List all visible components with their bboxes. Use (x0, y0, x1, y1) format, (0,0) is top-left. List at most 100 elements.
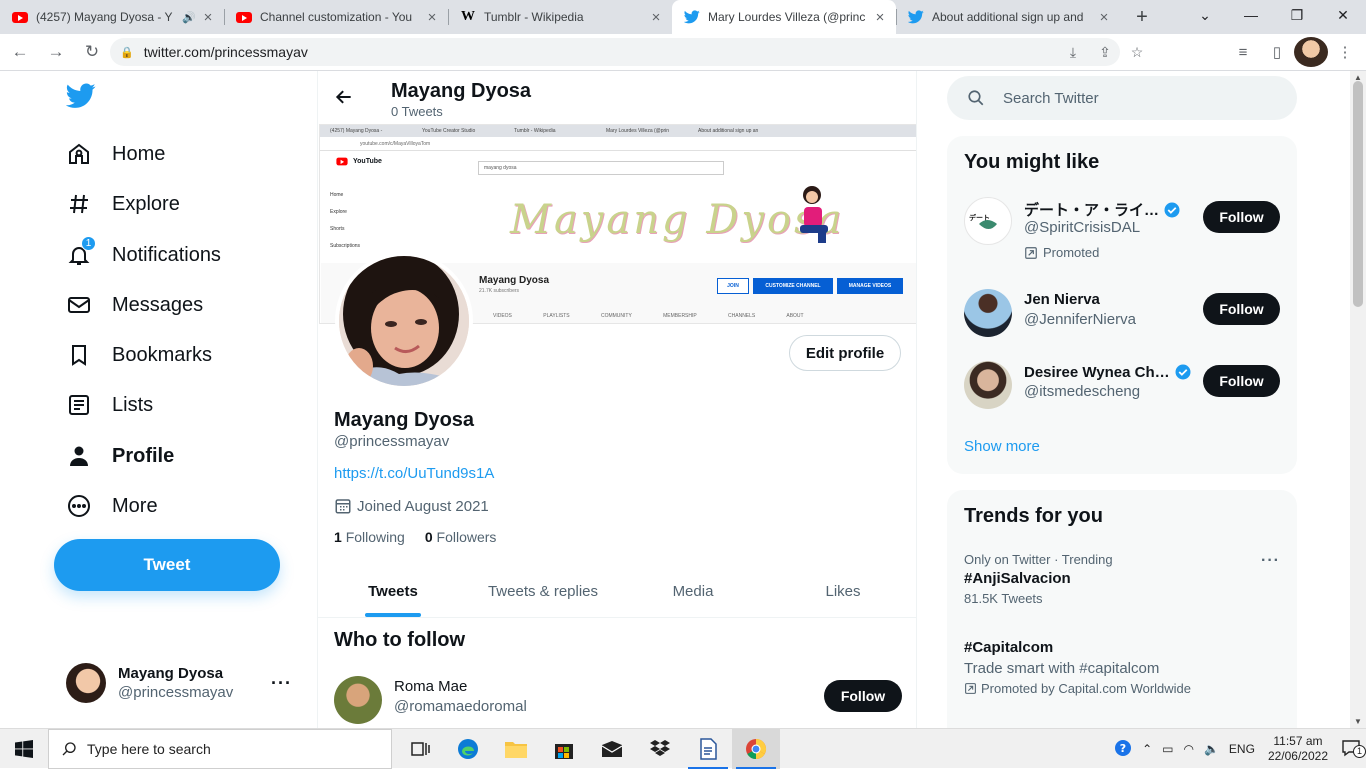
minimize-button[interactable]: — (1228, 0, 1274, 30)
close-tab-icon[interactable]: × (200, 9, 216, 26)
close-window-button[interactable]: ✕ (1320, 0, 1366, 30)
calendar-icon (335, 499, 351, 514)
close-tab-icon[interactable]: × (1096, 9, 1112, 26)
nav-bookmarks[interactable]: Bookmarks (66, 335, 212, 375)
tab-tweets[interactable]: Tweets (318, 565, 468, 617)
who-to-follow-title: Who to follow (334, 629, 466, 651)
nav-label: Home (112, 142, 166, 165)
browser-tab[interactable]: W Tumblr - Wikipedia × (448, 0, 672, 34)
trend-item[interactable]: Only on Twitter · Trending #AnjiSalvacio… (964, 552, 1280, 606)
avatar (964, 361, 1012, 409)
forward-icon[interactable]: → (40, 36, 72, 68)
suggestion-item[interactable]: Jen Nierva @JenniferNierva Follow (964, 289, 1280, 349)
browser-tab[interactable]: About additional sign up and × (896, 0, 1120, 34)
search-input[interactable]: Search Twitter (947, 76, 1297, 120)
tab-tweets-replies[interactable]: Tweets & replies (468, 565, 618, 617)
profile-avatar[interactable] (1294, 37, 1328, 67)
mail-icon[interactable] (588, 729, 636, 769)
address-bar[interactable]: 🔒 twitter.com/princessmayav ⤓ ⇪ ☆ (110, 38, 1143, 66)
youtube-icon (236, 9, 252, 25)
list-icon (66, 392, 92, 418)
side-panel-icon[interactable]: ▯ (1260, 37, 1294, 67)
restore-button[interactable]: ❐ (1274, 0, 1320, 30)
profile-column: Mayang Dyosa 0 Tweets (4257) Mayang Dyos… (317, 71, 917, 728)
nav-profile[interactable]: Profile (66, 436, 174, 476)
nav-messages[interactable]: Messages (66, 285, 203, 325)
speaker-icon[interactable]: 🔊 (182, 11, 196, 24)
scroll-down-arrow-icon[interactable]: ▼ (1354, 717, 1362, 726)
you-might-like-card: You might like デート デート・ア・ライ… @SpiritCris… (947, 136, 1297, 474)
language-indicator[interactable]: ENG (1224, 742, 1260, 756)
nav-more[interactable]: More (66, 486, 158, 526)
browser-tab[interactable]: (4257) Mayang Dyosa - Y 🔊 × (0, 0, 224, 34)
tab-media[interactable]: Media (618, 565, 768, 617)
lock-icon[interactable]: 🔒 (120, 46, 134, 59)
profile-avatar[interactable] (335, 252, 473, 390)
reading-list-icon[interactable]: ≡ (1226, 37, 1260, 67)
close-tab-icon[interactable]: × (424, 9, 440, 26)
tab-likes[interactable]: Likes (768, 565, 916, 617)
new-tab-button[interactable]: + (1128, 3, 1156, 31)
install-icon[interactable]: ⤓ (1057, 44, 1089, 61)
edit-profile-button[interactable]: Edit profile (789, 335, 901, 371)
volume-icon[interactable]: 🔈 (1199, 742, 1224, 756)
clock[interactable]: 11:57 am 22/06/2022 (1260, 734, 1336, 764)
joined-date: Joined August 2021 (334, 497, 489, 515)
reload-icon[interactable]: ↻ (76, 36, 108, 68)
follow-suggestion[interactable]: Roma Mae @romamaedoromal Follow (334, 676, 902, 728)
file-explorer-icon[interactable] (492, 729, 540, 769)
suggestion-item[interactable]: Desiree Wynea Ch… @itsmedescheng Follow (964, 361, 1280, 421)
tweet-button[interactable]: Tweet (54, 539, 280, 591)
wikipedia-icon: W (461, 9, 475, 24)
back-icon[interactable]: ← (4, 36, 36, 68)
edge-icon[interactable] (444, 729, 492, 769)
tab-search-icon[interactable]: ⌄ (1182, 0, 1228, 30)
nav-lists[interactable]: Lists (66, 385, 153, 425)
microsoft-store-icon[interactable] (540, 729, 588, 769)
twitter-logo-icon[interactable] (65, 83, 96, 113)
banner-search: mayang dyosa (478, 161, 724, 175)
followers-link[interactable]: 0 Followers (425, 529, 497, 545)
wifi-icon[interactable]: ◠ (1178, 742, 1198, 756)
back-arrow-icon[interactable] (334, 87, 354, 113)
share-icon[interactable]: ⇪ (1089, 44, 1121, 61)
notification-center-icon[interactable]: 1 (1336, 739, 1366, 760)
trend-item[interactable]: #Capitalcom Trade smart with #capitalcom… (964, 636, 1280, 696)
dropbox-icon[interactable] (636, 729, 684, 769)
tab-title: About additional sign up and (932, 10, 1084, 24)
follow-button[interactable]: Follow (1203, 365, 1280, 397)
follow-button[interactable]: Follow (824, 680, 902, 712)
bookmark-star-icon[interactable]: ☆ (1121, 44, 1153, 61)
browser-tab[interactable]: Channel customization - You × (224, 0, 448, 34)
suggestion-item[interactable]: デート デート・ア・ライ… @SpiritCrisisDAL Promoted … (964, 197, 1280, 260)
scrollbar-thumb[interactable] (1353, 81, 1363, 307)
search-placeholder: Search Twitter (1003, 89, 1099, 107)
follow-button[interactable]: Follow (1203, 293, 1280, 325)
windows-start-icon[interactable] (0, 729, 48, 769)
nav-home[interactable]: Home (66, 134, 165, 174)
menu-kebab-icon[interactable]: ⋮ (1328, 37, 1362, 67)
nav-notifications[interactable]: 1 Notifications (66, 235, 221, 275)
following-link[interactable]: 1 Following (334, 529, 405, 545)
close-tab-icon[interactable]: × (872, 9, 888, 26)
task-view-icon[interactable] (396, 729, 444, 769)
promoted-icon (1025, 246, 1037, 259)
follow-button[interactable]: Follow (1203, 201, 1280, 233)
chevron-up-icon[interactable]: ⌃ (1137, 742, 1157, 756)
close-tab-icon[interactable]: × (648, 9, 664, 26)
profile-link[interactable]: https://t.co/UuTund9s1A (334, 465, 494, 482)
url-text: twitter.com/princessmayav (143, 44, 308, 60)
more-dots-icon[interactable]: ··· (1261, 552, 1280, 570)
page-scrollbar[interactable]: ▲ ▼ (1350, 71, 1366, 728)
browser-tab-active[interactable]: Mary Lourdes Villeza (@princ × (672, 0, 896, 34)
clock-time: 11:57 am (1273, 734, 1323, 748)
trends-card: Trends for you Only on Twitter · Trendin… (947, 490, 1297, 728)
nav-explore[interactable]: Explore (66, 184, 180, 224)
show-more-link[interactable]: Show more (964, 438, 1040, 455)
word-document-icon[interactable] (684, 729, 732, 769)
taskbar-search-input[interactable]: Type here to search (48, 728, 392, 769)
account-switcher[interactable]: Mayang Dyosa @princessmayav ··· (54, 653, 304, 713)
battery-icon[interactable]: ▭ (1157, 742, 1178, 756)
chrome-icon[interactable] (732, 728, 780, 769)
help-icon[interactable]: ? (1109, 739, 1137, 760)
